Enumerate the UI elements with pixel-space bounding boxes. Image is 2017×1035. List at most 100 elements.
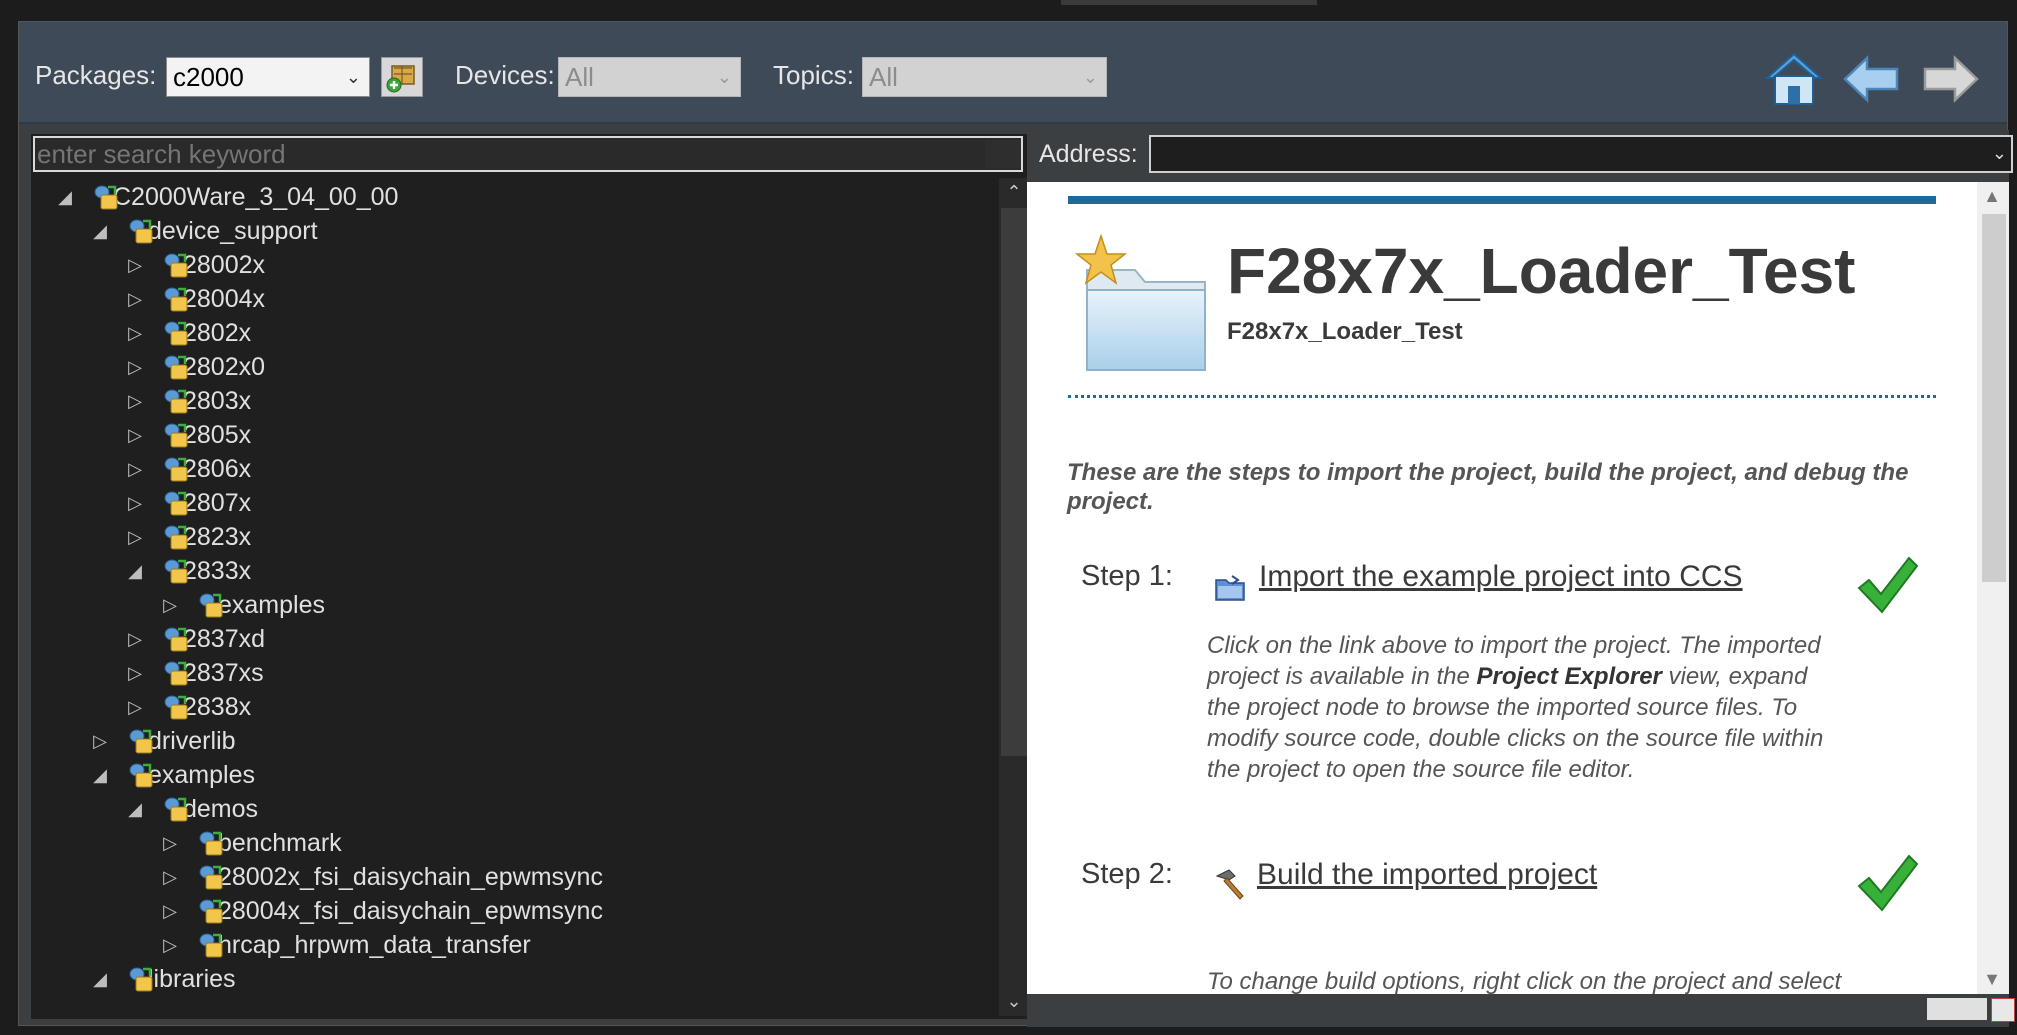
tree-node[interactable]: ▷ 28002x_fsi_daisychain_epwmsync: [163, 860, 603, 894]
progress-indicator: [1927, 998, 1987, 1020]
collapsed-triangle-icon[interactable]: ▷: [125, 520, 145, 554]
topics-select[interactable]: All ⌄: [862, 57, 1107, 97]
collapsed-triangle-icon[interactable]: ▷: [125, 384, 145, 418]
tree-node-label: 2838x: [183, 693, 252, 721]
collapsed-triangle-icon[interactable]: ▷: [125, 452, 145, 486]
tree-node[interactable]: ▷ 2803x: [128, 384, 251, 418]
collapsed-triangle-icon[interactable]: ▷: [125, 350, 145, 384]
collapsed-triangle-icon[interactable]: ▷: [125, 486, 145, 520]
package-tree: ◢ C2000Ware_3_04_00_00 ◢ device_support ▷ 280…: [31, 178, 991, 1016]
package-node-icon: [163, 489, 189, 519]
collapsed-triangle-icon[interactable]: ▷: [125, 656, 145, 690]
back-button[interactable]: [1841, 50, 1903, 108]
scroll-up-icon[interactable]: ▲: [1977, 186, 2007, 207]
tree-node[interactable]: ▷ 28004x: [128, 282, 265, 316]
tree-node[interactable]: ◢ C2000Ware_3_04_00_00: [58, 180, 399, 214]
package-node-icon: [163, 523, 189, 553]
tree-node[interactable]: ▷ 2802x0: [128, 350, 266, 384]
tree-node[interactable]: ▷ 2837xs: [128, 656, 264, 690]
scroll-down-icon[interactable]: ⌄: [999, 991, 1029, 1012]
home-icon: [1764, 52, 1824, 105]
expanded-triangle-icon[interactable]: ◢: [125, 792, 145, 826]
import-project-link[interactable]: Import the example project into CCS: [1259, 560, 1743, 594]
header-rule: [1068, 196, 1936, 204]
tree-node[interactable]: ◢ 2833x: [128, 554, 251, 588]
tree-node-label: examples: [148, 761, 255, 789]
package-node-icon: [128, 217, 154, 247]
collapsed-triangle-icon[interactable]: ▷: [160, 928, 180, 962]
scroll-down-icon[interactable]: ▼: [1977, 969, 2007, 990]
tree-node[interactable]: ▷ 2837xd: [128, 622, 265, 656]
page-scrollbar[interactable]: ▲ ▼: [1977, 182, 2009, 994]
package-node-icon: [163, 455, 189, 485]
tree-node[interactable]: ▷ 28002x: [128, 248, 265, 282]
package-node-icon: [163, 353, 189, 383]
tree-node[interactable]: ◢ device_support: [93, 214, 318, 248]
tree-node-label: driverlib: [148, 727, 236, 755]
tree-node-label: libraries: [148, 965, 236, 993]
title-grip: [1061, 0, 1317, 5]
search-input[interactable]: [33, 136, 1023, 172]
collapsed-triangle-icon[interactable]: ▷: [160, 894, 180, 928]
tree-node[interactable]: ▷ hrcap_hrpwm_data_transfer: [163, 928, 531, 962]
search-button[interactable]: [985, 140, 1021, 168]
collapsed-triangle-icon[interactable]: ▷: [125, 690, 145, 724]
tree-node[interactable]: ◢ libraries: [93, 962, 236, 996]
expanded-triangle-icon[interactable]: ◢: [125, 554, 145, 588]
collapsed-triangle-icon[interactable]: ▷: [125, 316, 145, 350]
tree-node-label: 2802x: [183, 319, 252, 347]
tree-node[interactable]: ▷ examples: [163, 588, 325, 622]
tree-node[interactable]: ▷ 2823x: [128, 520, 251, 554]
tree-node-label: 2805x: [183, 421, 252, 449]
address-input[interactable]: ⌄: [1149, 135, 2013, 173]
chevron-down-icon[interactable]: ⌄: [1992, 143, 2007, 164]
tree-node[interactable]: ▷ 2806x: [128, 452, 251, 486]
tree-node[interactable]: ▷ 2838x: [128, 690, 252, 724]
collapsed-triangle-icon[interactable]: ▷: [160, 860, 180, 894]
intro-text: These are the steps to import the projec…: [1067, 459, 1909, 515]
tree-scrollbar[interactable]: ⌃ ⌄: [999, 178, 1029, 1016]
devices-label: Devices:: [455, 60, 555, 90]
collapsed-triangle-icon[interactable]: ▷: [90, 724, 110, 758]
expanded-triangle-icon[interactable]: ◢: [55, 180, 75, 214]
package-node-icon: [163, 387, 189, 417]
expanded-triangle-icon[interactable]: ◢: [90, 214, 110, 248]
collapsed-triangle-icon[interactable]: ▷: [160, 826, 180, 860]
stop-icon[interactable]: [1991, 998, 2015, 1022]
package-node-icon: [163, 625, 189, 655]
collapsed-triangle-icon[interactable]: ▷: [160, 588, 180, 622]
forward-button[interactable]: [1919, 50, 1981, 108]
tree-node-label: 2802x0: [183, 353, 266, 381]
filter-toolbar: Packages: c2000 ⌄ Devices: All ⌄ Topics:: [19, 22, 2007, 124]
collapsed-triangle-icon[interactable]: ▷: [125, 622, 145, 656]
packages-select[interactable]: c2000 ⌄: [166, 57, 370, 97]
tree-node[interactable]: ◢ examples: [93, 758, 255, 792]
tree-node-label: C2000Ware_3_04_00_00: [113, 183, 399, 211]
tree-node[interactable]: ▷ 28004x_fsi_daisychain_epwmsync: [163, 894, 603, 928]
expanded-triangle-icon[interactable]: ◢: [90, 758, 110, 792]
build-project-link[interactable]: Build the imported project: [1257, 858, 1597, 892]
expanded-triangle-icon[interactable]: ◢: [90, 962, 110, 996]
details-panel: Address: ⌄ F28x7x_Loader_Test F28x7x_Loa…: [1027, 130, 2015, 1027]
tree-node[interactable]: ▷ 2807x: [128, 486, 251, 520]
tree-scrollbar-thumb[interactable]: [1001, 208, 1027, 756]
home-button[interactable]: [1763, 50, 1825, 108]
step-1-label: Step 1:: [1081, 560, 1173, 592]
tree-node[interactable]: ▷ benchmark: [163, 826, 342, 860]
tree-node-label: device_support: [148, 217, 318, 245]
collapsed-triangle-icon[interactable]: ▷: [125, 282, 145, 316]
devices-select[interactable]: All ⌄: [558, 57, 741, 97]
collapsed-triangle-icon[interactable]: ▷: [125, 418, 145, 452]
tree-node[interactable]: ▷ driverlib: [93, 724, 236, 758]
package-node-icon: [163, 557, 189, 587]
tree-node[interactable]: ▷ 2805x: [128, 418, 252, 452]
tree-node[interactable]: ▷ 2802x: [128, 316, 252, 350]
package-node-icon: [128, 965, 154, 995]
scroll-up-icon[interactable]: ⌃: [999, 182, 1029, 203]
project-explorer-term: Project Explorer: [1476, 663, 1662, 690]
devices-value: All: [565, 62, 594, 92]
tree-node[interactable]: ◢ demos: [128, 792, 258, 826]
collapsed-triangle-icon[interactable]: ▷: [125, 248, 145, 282]
page-scrollbar-thumb[interactable]: [1982, 214, 2006, 582]
add-package-button[interactable]: [381, 57, 423, 97]
